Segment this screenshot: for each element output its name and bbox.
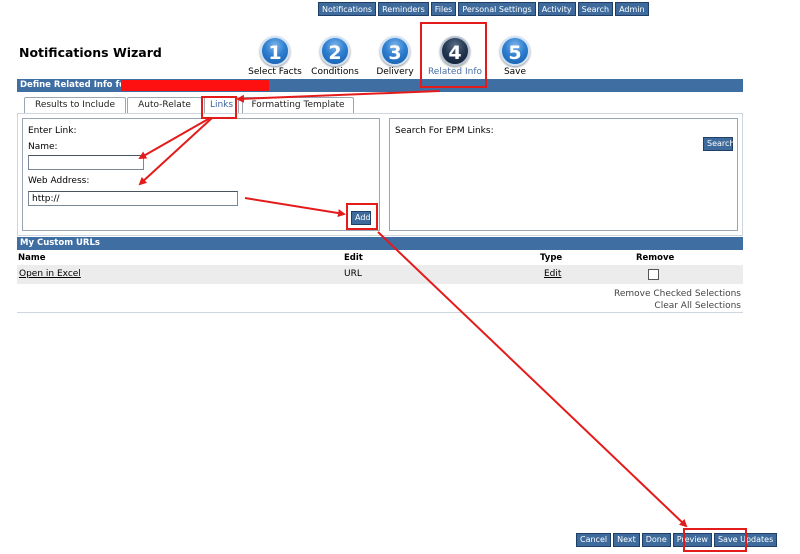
highlight-box-save-updates xyxy=(683,528,747,552)
wizard-step-save[interactable]: 5 Save xyxy=(480,36,550,77)
custom-urls-bar: My Custom URLs xyxy=(17,237,743,250)
tab-results-to-include[interactable]: Results to Include xyxy=(24,97,126,114)
step-3-icon: 3 xyxy=(380,36,410,66)
tab-formatting-template[interactable]: Formatting Template xyxy=(242,97,354,114)
url-edit-value: URL xyxy=(344,269,362,279)
search-button[interactable]: Search xyxy=(703,137,734,151)
enter-link-label: Enter Link: xyxy=(28,126,77,136)
bottom-button-bar: Cancel Next Done Preview Save Updates xyxy=(576,533,778,547)
step-5-icon: 5 xyxy=(500,36,530,66)
tab-auto-relate[interactable]: Auto-Relate xyxy=(127,97,202,114)
redaction-mark xyxy=(121,80,269,91)
done-button[interactable]: Done xyxy=(641,533,671,547)
web-address-input[interactable] xyxy=(28,191,238,206)
nav-personal-settings[interactable]: Personal Settings xyxy=(458,2,536,16)
highlight-box-add xyxy=(346,203,378,230)
nav-admin[interactable]: Admin xyxy=(615,2,649,16)
nav-files[interactable]: Files xyxy=(430,2,457,16)
step-label: Save xyxy=(503,67,527,77)
epm-search-label: Search For EPM Links: xyxy=(395,126,494,136)
remove-checked-selections-link[interactable]: Remove Checked Selections xyxy=(614,289,741,299)
highlight-box-related-info xyxy=(420,22,487,88)
table-row: Open in Excel URL Edit xyxy=(17,265,743,284)
col-header-remove: Remove xyxy=(636,253,675,263)
highlight-box-links-tab xyxy=(201,96,237,119)
nav-search[interactable]: Search xyxy=(577,2,614,16)
enter-link-panel: Enter Link: Name: Web Address: Add xyxy=(22,118,380,231)
next-button[interactable]: Next xyxy=(613,533,640,547)
url-type-edit-link[interactable]: Edit xyxy=(544,269,561,279)
define-related-info-bar: Define Related Info for xyxy=(17,79,743,92)
col-header-edit: Edit xyxy=(344,253,363,263)
cancel-button[interactable]: Cancel xyxy=(576,533,612,547)
epm-search-panel: Search For EPM Links: Search xyxy=(389,118,738,231)
define-bar-title: Define Related Info for xyxy=(20,80,130,90)
nav-activity[interactable]: Activity xyxy=(537,2,576,16)
page-title: Notifications Wizard xyxy=(19,45,162,60)
col-header-name: Name xyxy=(18,253,46,263)
nav-reminders[interactable]: Reminders xyxy=(378,2,429,16)
web-address-label: Web Address: xyxy=(28,176,90,186)
clear-all-selections-link[interactable]: Clear All Selections xyxy=(654,301,741,311)
name-label: Name: xyxy=(28,142,58,152)
remove-checkbox[interactable] xyxy=(648,269,659,280)
top-nav: Notifications Reminders Files Personal S… xyxy=(318,2,649,16)
nav-notifications[interactable]: Notifications xyxy=(318,2,377,16)
step-1-icon: 1 xyxy=(260,36,290,66)
url-name-link[interactable]: Open in Excel xyxy=(19,269,81,279)
col-header-type: Type xyxy=(540,253,563,263)
name-input[interactable] xyxy=(28,155,144,170)
step-2-icon: 2 xyxy=(320,36,350,66)
divider xyxy=(17,312,743,313)
